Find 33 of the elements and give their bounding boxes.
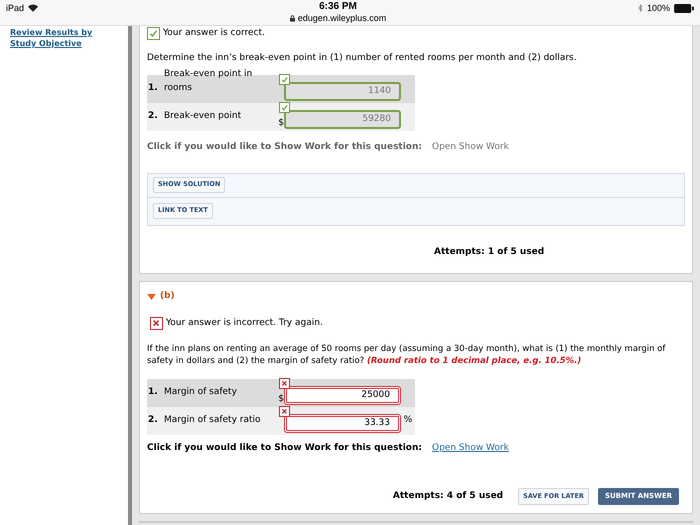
bluetooth-icon [638, 4, 643, 12]
part-title: (b) [160, 290, 175, 303]
result-message: Your answer is incorrect. Try again. [166, 316, 323, 330]
answer-number: 2. [147, 110, 159, 122]
answer-field[interactable]: 25000 [284, 386, 401, 405]
currency-sign: $ [278, 116, 284, 130]
page-url: edugen.wileyplus.com [298, 13, 386, 24]
answer-label: Margin of safety [164, 386, 238, 398]
answer-number: 1. [147, 386, 159, 398]
wifi-icon [28, 4, 38, 12]
show-work-prompt: Click if you would like to Show Work for this question: [147, 141, 422, 154]
answer-number: 2. [147, 414, 159, 426]
battery-level: 100% [646, 2, 670, 15]
answer-label: Margin of safety ratio [164, 414, 262, 426]
answer-number: 1. [147, 82, 159, 94]
study-objective-link[interactable]: Review Results by Study Objective [10, 27, 118, 49]
caret-icon[interactable] [147, 294, 156, 300]
question-text: Determine the inn’s break-even point in (1) number of rented rooms per month and (2) dollars. [147, 52, 578, 64]
question-text: If the inn plans on renting an average of 50 rooms per day (assuming a 30-day month), what is (1) the monthly margin of safety in dollars and (2) the margin of safety ratio? (Round ratio to 1 decimal place, e.g. 10.5%.) [147, 343, 666, 367]
lock-icon [290, 15, 295, 22]
percent-sign: % [404, 414, 412, 426]
answer-label: Break-even point in rooms [164, 68, 254, 94]
clock-time: 6:36 PM [319, 1, 357, 13]
answer-label: Break-even point [164, 110, 242, 122]
result-message: Your answer is correct. [163, 27, 265, 40]
attempts-count: Attempts: 1 of 5 used [434, 246, 546, 258]
answer-field[interactable]: 33.33 [284, 414, 401, 433]
attempts-count: Attempts: 4 of 5 used [392, 490, 504, 503]
currency-sign: $ [278, 392, 284, 406]
open-show-work-link[interactable]: Open Show Work [432, 442, 509, 456]
device-name: iPad [6, 2, 24, 15]
battery-icon [674, 4, 694, 13]
show-work-prompt: Click if you would like to Show Work for this question: [147, 442, 422, 455]
